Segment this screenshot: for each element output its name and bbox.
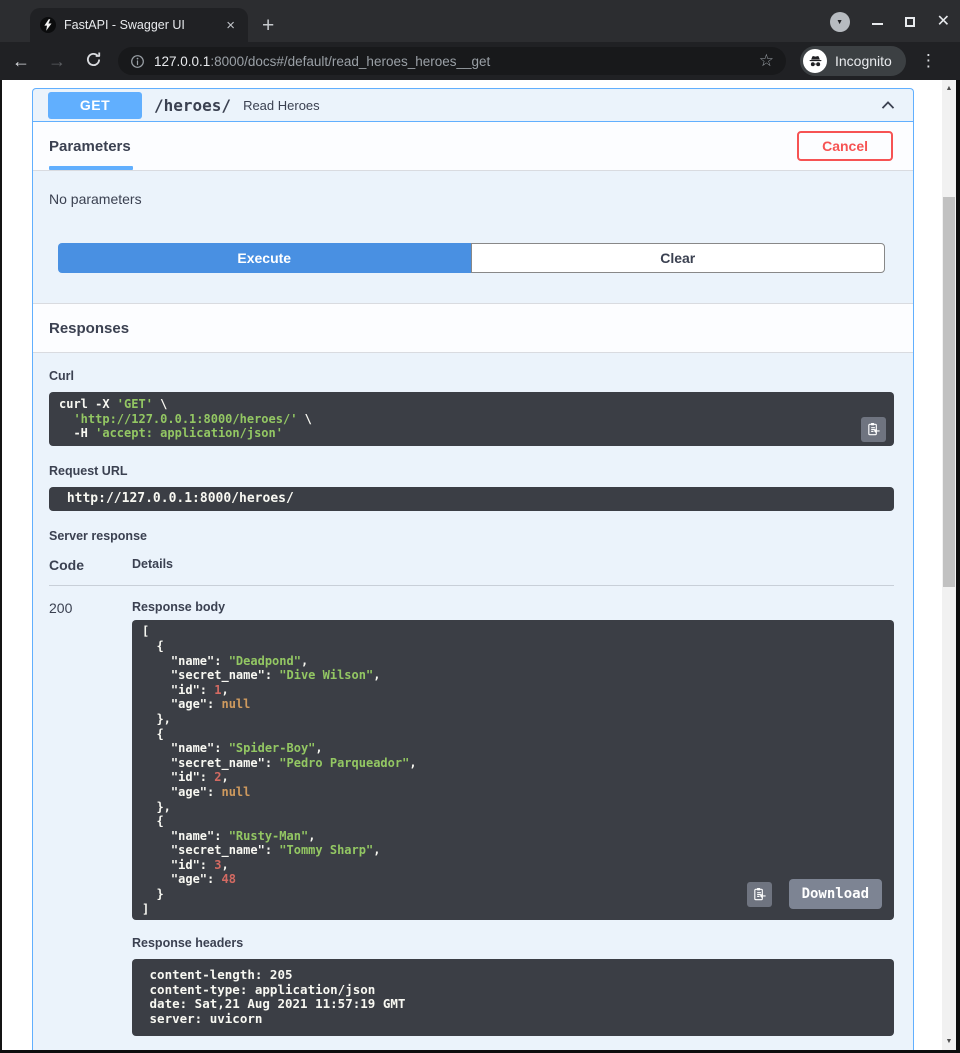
collapse-chevron-icon[interactable] [877,94,899,116]
tab-search-icon[interactable]: ▼ [830,12,850,32]
responses-header: Responses [33,303,913,353]
status-code: 200 [49,600,132,1035]
forward-icon[interactable]: → [46,52,68,70]
window-close-button[interactable]: ✕ [937,14,950,30]
tab-parameters[interactable]: Parameters [49,138,131,155]
swagger-page: GET /heroes/ Read Heroes Parameters Canc… [2,80,942,1050]
curl-command: curl -X 'GET' \ 'http://127.0.0.1:8000/h… [49,392,894,446]
server-response-label: Server response [49,529,894,543]
incognito-badge: Incognito [800,46,906,76]
code-column-header: Code [49,557,132,573]
responses-title: Responses [49,320,129,337]
details-column-header: Details [132,557,173,573]
method-badge: GET [48,92,142,119]
clear-button[interactable]: Clear [471,243,886,273]
tab-title: FastAPI - Swagger UI [64,18,215,32]
copy-curl-button[interactable] [861,417,886,442]
request-url-value: http://127.0.0.1:8000/heroes/ [49,487,894,512]
reload-icon[interactable] [82,51,104,71]
scrollbar-thumb[interactable] [943,197,955,587]
fastapi-favicon-icon [40,17,56,33]
response-row-200: 200 Response body [ { "name": "Deadpond"… [49,586,894,1035]
url-host: 127.0.0.1 [154,54,210,69]
parameters-tab-underline [49,166,133,170]
cancel-button[interactable]: Cancel [797,131,893,161]
execute-button[interactable]: Execute [58,243,471,273]
responses-body: Curl curl -X 'GET' \ 'http://127.0.0.1:8… [33,353,913,1050]
response-body-label: Response body [132,600,894,614]
response-headers-label: Response headers [132,936,894,950]
back-icon[interactable]: ← [10,52,32,70]
copy-response-button[interactable] [747,882,772,907]
browser-tab[interactable]: FastAPI - Swagger UI × [30,8,248,42]
opblock-get-heroes: GET /heroes/ Read Heroes Parameters Canc… [32,88,914,1050]
browser-window: FastAPI - Swagger UI × + ▼ ✕ ← → 127.0.0… [0,0,960,1053]
endpoint-summary: Read Heroes [243,98,877,113]
scroll-down-icon[interactable]: ▼ [942,1035,956,1048]
tab-close-icon[interactable]: × [223,17,238,34]
browser-menu-icon[interactable]: ⋮ [920,51,937,71]
scroll-up-icon[interactable]: ▲ [942,82,956,95]
download-button[interactable]: Download [789,879,882,909]
new-tab-button[interactable]: + [262,15,274,36]
minimize-button[interactable] [872,23,883,25]
opblock-summary[interactable]: GET /heroes/ Read Heroes [33,89,913,122]
tab-strip: FastAPI - Swagger UI × + ▼ ✕ [0,0,960,42]
server-response-table: Code Details 200 Response body [ { "name… [49,557,894,1035]
browser-toolbar: ← → 127.0.0.1:8000/docs#/default/read_he… [0,42,960,80]
incognito-icon [803,49,827,73]
no-parameters-text: No parameters [33,171,913,243]
parameters-header: Parameters Cancel [33,122,913,171]
response-headers-block: content-length: 205 content-type: applic… [132,959,894,1035]
url-text[interactable]: 127.0.0.1:8000/docs#/default/read_heroes… [154,54,750,69]
maximize-button[interactable] [905,17,915,27]
incognito-label: Incognito [835,53,892,69]
address-bar[interactable]: 127.0.0.1:8000/docs#/default/read_heroes… [118,47,786,75]
request-url-label: Request URL [49,464,894,478]
url-path: :8000/docs#/default/read_heroes_heroes__… [210,54,490,69]
bookmark-star-icon[interactable]: ☆ [759,51,774,71]
curl-label: Curl [49,369,894,383]
execute-row: Execute Clear [58,243,885,273]
site-info-icon[interactable] [130,54,145,69]
page-scrollbar[interactable]: ▲ ▼ [942,80,956,1050]
endpoint-path: /heroes/ [154,96,231,115]
response-body-json: [ { "name": "Deadpond", "secret_name": "… [132,620,894,920]
